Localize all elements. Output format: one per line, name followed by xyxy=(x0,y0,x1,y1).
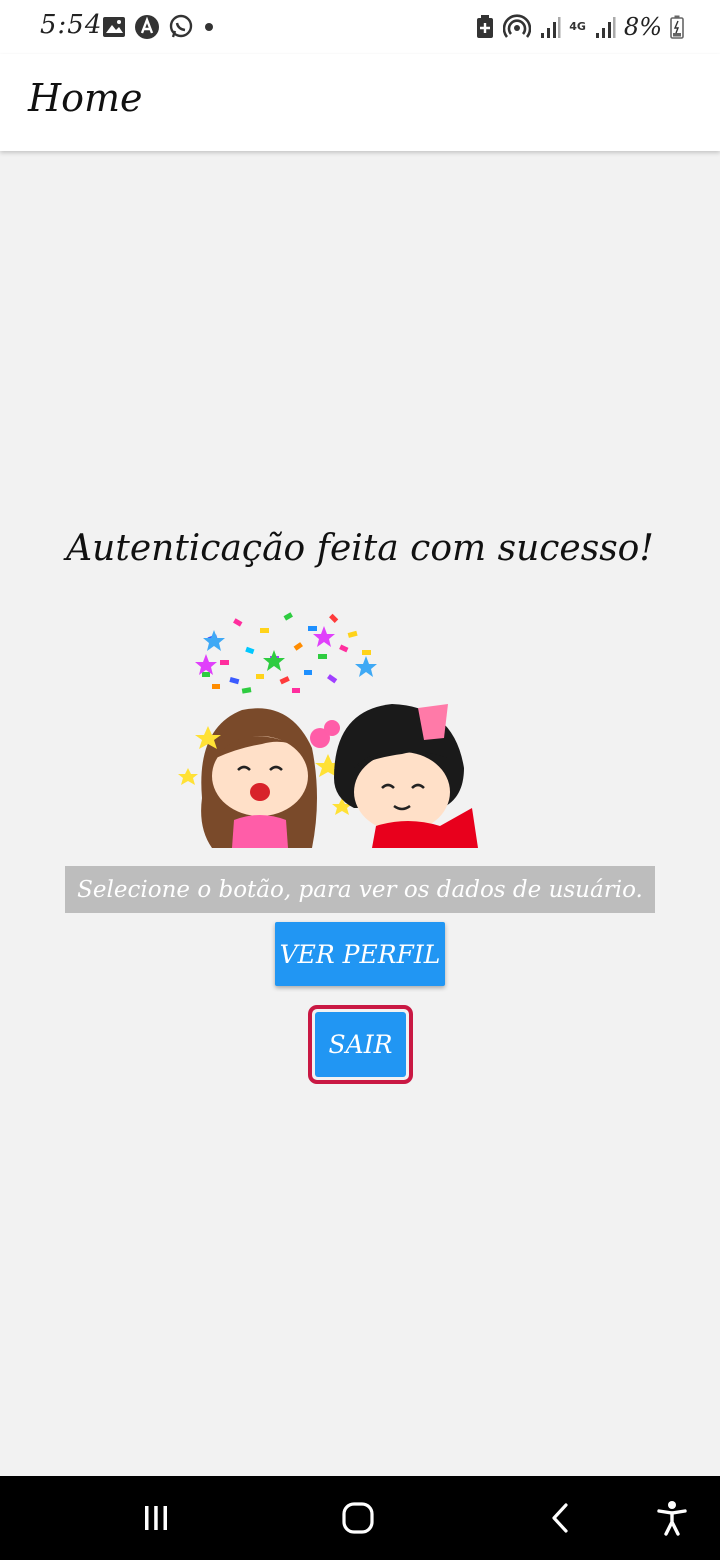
hotspot-icon xyxy=(503,14,532,38)
back-icon xyxy=(552,1503,568,1533)
girl-character xyxy=(178,708,352,848)
dot-icon xyxy=(205,23,213,31)
battery-icon xyxy=(670,15,684,39)
back-button[interactable] xyxy=(520,1476,600,1560)
battery-percent: 8% xyxy=(623,13,662,41)
boy-character xyxy=(334,704,478,848)
network-type-label: 4G xyxy=(569,20,586,33)
instruction-banner: Selecione o botão, para ver os dados de … xyxy=(65,866,655,913)
status-bar: 5:54 4G 8% xyxy=(0,0,720,54)
status-time: 5:54 xyxy=(40,10,103,40)
page-title: Home xyxy=(28,76,143,120)
instruction-text: Selecione o botão, para ver os dados de … xyxy=(77,876,643,903)
signal-icon xyxy=(541,17,561,38)
accessibility-icon xyxy=(657,1501,687,1536)
signal-icon xyxy=(595,17,616,38)
status-system-icons: 4G 8% xyxy=(475,12,684,42)
recent-apps-button[interactable] xyxy=(116,1476,196,1560)
accessibility-button[interactable] xyxy=(636,1476,708,1560)
celebration-illustration xyxy=(178,612,478,848)
gallery-icon xyxy=(103,17,125,37)
home-button[interactable] xyxy=(318,1476,398,1560)
navigation-bar xyxy=(0,1476,720,1560)
success-heading: Autenticação feita com sucesso! xyxy=(66,528,654,569)
view-profile-button[interactable]: VER PERFIL xyxy=(275,922,445,986)
status-notification-icons xyxy=(102,14,216,40)
recent-apps-icon xyxy=(145,1506,167,1530)
whatsapp-icon xyxy=(169,14,193,38)
app-bar: Home xyxy=(0,54,720,151)
battery-saver-icon xyxy=(477,15,494,38)
arrow-app-icon xyxy=(135,15,159,39)
confetti xyxy=(195,612,377,694)
logout-button[interactable]: SAIR xyxy=(315,1012,406,1077)
home-icon xyxy=(342,1502,374,1534)
